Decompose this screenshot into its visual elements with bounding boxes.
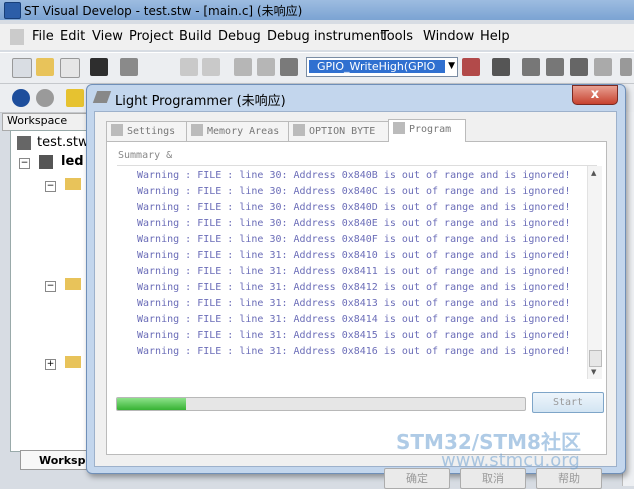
memory-icon: [191, 124, 203, 136]
function-combo-value: GPIO_WriteHigh(GPIO: [309, 60, 445, 73]
watermark-url: www.stmcu.org: [441, 450, 580, 471]
debug-start-icon[interactable]: [12, 89, 30, 107]
log-line: Warning : FILE : line 30: Address 0x840E…: [137, 218, 571, 229]
log-line: Warning : FILE : line 31: Address 0x8415…: [137, 330, 571, 341]
app-icon: [4, 2, 21, 19]
light-programmer-dialog: Light Programmer (未响应) x Settings Memory…: [86, 84, 626, 489]
log-line: Warning : FILE : line 31: Address 0x8413…: [137, 298, 571, 309]
start-button[interactable]: Start: [532, 392, 604, 413]
folder-icon: [65, 178, 81, 190]
log-line: Warning : FILE : line 31: Address 0x8410…: [137, 250, 571, 261]
inspect-icon[interactable]: [546, 58, 564, 76]
open-folder-icon[interactable]: [36, 58, 54, 76]
undo-icon[interactable]: [180, 58, 198, 76]
goto-function-icon[interactable]: [462, 58, 480, 76]
log-scrollbar[interactable]: ▲ ▼: [587, 166, 602, 379]
menu-debug-instrument[interactable]: Debug instrument: [267, 29, 385, 44]
collapse-icon[interactable]: −: [45, 181, 56, 192]
program-page: Summary & Warning : FILE : line 30: Addr…: [106, 141, 607, 455]
window-title: ST Visual Develop - test.stw - [main.c] …: [24, 4, 303, 18]
breakpoint-icon[interactable]: [570, 58, 588, 76]
debug-stop-icon[interactable]: [36, 89, 54, 107]
collapse-icon[interactable]: −: [45, 281, 56, 292]
scroll-down-icon[interactable]: ▼: [591, 368, 596, 376]
folder-icon: [65, 356, 81, 368]
close-button[interactable]: x: [572, 85, 618, 105]
project-icon: [39, 155, 53, 169]
paste-icon[interactable]: [280, 58, 298, 76]
dialog-title: Light Programmer (未响应): [115, 94, 286, 109]
workspace-tab[interactable]: Workspace: [20, 450, 88, 470]
function-combo[interactable]: GPIO_WriteHigh(GPIO ▼: [306, 57, 458, 77]
programmer-icon: [92, 91, 112, 103]
menu-tools[interactable]: Tools: [381, 29, 413, 44]
menu-edit[interactable]: Edit: [60, 29, 85, 44]
menu-bar: File Edit View Project Build Debug Debug…: [0, 24, 634, 50]
log-line: Warning : FILE : line 31: Address 0x8416…: [137, 346, 571, 357]
menu-view[interactable]: View: [92, 29, 123, 44]
workspace-tree: test.stw − led − − +: [10, 130, 90, 452]
tree-project[interactable]: led: [61, 154, 84, 169]
summary-label: Summary &: [118, 150, 173, 161]
glasses-icon[interactable]: [594, 58, 612, 76]
new-window-icon[interactable]: [60, 58, 80, 78]
option-icon: [293, 124, 305, 136]
expand-icon[interactable]: +: [45, 359, 56, 370]
progress-fill: [117, 398, 187, 410]
menu-project[interactable]: Project: [129, 29, 173, 44]
run-arrow-icon[interactable]: [66, 89, 84, 107]
log-line: Warning : FILE : line 31: Address 0x8412…: [137, 282, 571, 293]
scroll-up-icon[interactable]: ▲: [591, 169, 596, 177]
progress-bar: [116, 397, 526, 411]
log-line: Warning : FILE : line 30: Address 0x840F…: [137, 234, 571, 245]
menu-help[interactable]: Help: [480, 29, 510, 44]
hand-icon[interactable]: [522, 58, 540, 76]
tab-option-byte[interactable]: OPTION BYTE: [288, 121, 390, 141]
menu-file[interactable]: File: [32, 29, 54, 44]
save-icon[interactable]: [90, 58, 108, 76]
cut-icon[interactable]: [234, 58, 252, 76]
copy-icon[interactable]: [257, 58, 275, 76]
menu-build[interactable]: Build: [179, 29, 212, 44]
window-title-bar: ST Visual Develop - test.stw - [main.c] …: [0, 0, 634, 20]
log-line: Warning : FILE : line 30: Address 0x840D…: [137, 202, 571, 213]
find-icon[interactable]: [492, 58, 510, 76]
redo-icon[interactable]: [202, 58, 220, 76]
tab-settings[interactable]: Settings: [106, 121, 188, 141]
new-file-icon[interactable]: [12, 58, 32, 78]
folder-icon: [65, 278, 81, 290]
arrow-icon[interactable]: [620, 58, 632, 76]
settings-icon: [111, 124, 123, 136]
collapse-icon[interactable]: −: [19, 158, 30, 169]
log-line: Warning : FILE : line 30: Address 0x840C…: [137, 186, 571, 197]
menu-window[interactable]: Window: [423, 29, 474, 44]
tree-root[interactable]: test.stw: [37, 135, 89, 150]
dialog-client: Settings Memory Areas OPTION BYTE Progra…: [94, 111, 617, 489]
log-line: Warning : FILE : line 31: Address 0x8414…: [137, 314, 571, 325]
chevron-down-icon[interactable]: ▼: [448, 61, 455, 71]
log-line: Warning : FILE : line 30: Address 0x840B…: [137, 170, 571, 181]
tab-program[interactable]: Program: [388, 119, 466, 142]
menu-debug[interactable]: Debug: [218, 29, 261, 44]
program-icon: [393, 122, 405, 134]
tab-memory-areas[interactable]: Memory Areas: [186, 121, 290, 141]
log-line: Warning : FILE : line 31: Address 0x8411…: [137, 266, 571, 277]
log-output[interactable]: Warning : FILE : line 30: Address 0x840B…: [117, 165, 602, 379]
menu-grip-icon: [10, 29, 24, 45]
workspace-icon: [17, 136, 31, 150]
workspace-label: Workspace: [2, 113, 88, 131]
scroll-thumb[interactable]: [589, 350, 602, 367]
print-icon[interactable]: [120, 58, 138, 76]
